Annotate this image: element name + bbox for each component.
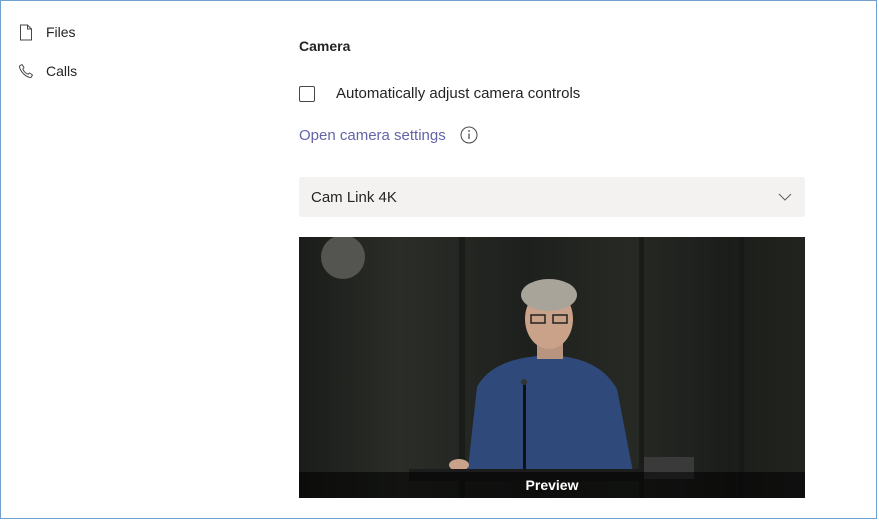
open-settings-row: Open camera settings — [299, 126, 478, 144]
nav-item-label: Files — [46, 24, 76, 40]
info-icon[interactable] — [460, 126, 478, 144]
selected-device: Cam Link 4K — [311, 188, 397, 206]
settings-nav: Files Calls — [1, 1, 281, 518]
chevron-down-icon — [777, 189, 793, 205]
nav-item-label: Calls — [46, 63, 78, 79]
settings-window: Files Calls Camera Automatically adjust … — [0, 0, 877, 519]
camera-heading: Camera — [299, 38, 351, 54]
phone-icon — [18, 62, 34, 80]
camera-preview: Preview — [299, 237, 805, 498]
camera-device-dropdown[interactable]: Cam Link 4K — [299, 177, 805, 217]
auto-adjust-label: Automatically adjust camera controls — [336, 85, 581, 102]
file-icon — [18, 23, 34, 41]
preview-label: Preview — [525, 477, 579, 493]
auto-adjust-row[interactable]: Automatically adjust camera controls — [299, 85, 580, 102]
preview-caption-bar: Preview — [299, 472, 805, 498]
nav-item-files[interactable]: Files — [18, 21, 76, 43]
nav-item-calls[interactable]: Calls — [18, 60, 77, 82]
camera-preview-image — [321, 237, 744, 498]
open-camera-settings-link[interactable]: Open camera settings — [299, 127, 446, 144]
auto-adjust-checkbox[interactable] — [299, 85, 315, 102]
